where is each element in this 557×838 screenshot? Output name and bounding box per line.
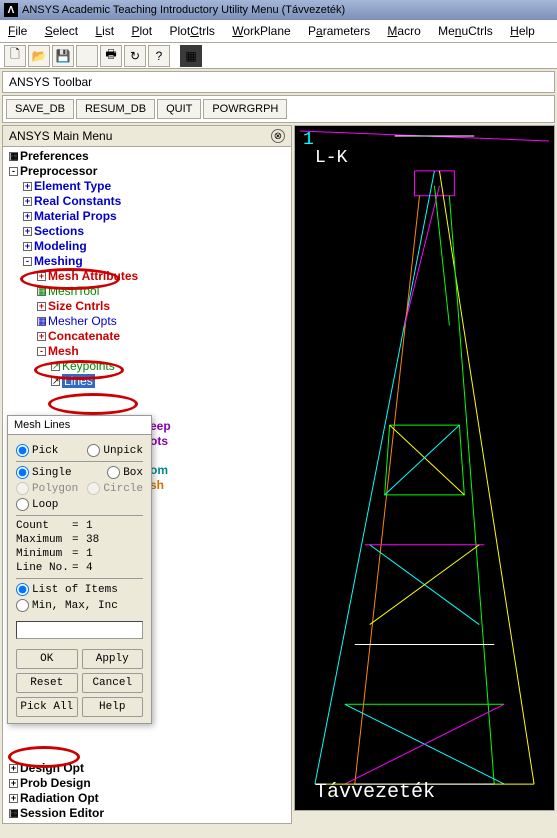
help-icon[interactable]: ? [148,45,170,67]
save-icon[interactable]: 💾 [52,45,74,67]
lineno-label: Line No. [16,562,72,574]
max-label: Maximum [16,534,72,546]
radio-circle[interactable]: Circle [87,482,143,495]
radio-single[interactable]: Single [16,466,72,479]
radio-box[interactable]: Box [107,466,143,479]
tree-preferences[interactable]: ▦Preferences [5,149,289,164]
dialog-title: Mesh Lines [8,416,151,435]
graphics-window[interactable]: 1 L-K Távvezeték Z X Y [294,125,555,811]
tree-modeling[interactable]: +Modeling [5,239,289,254]
graphics-index: 1 [303,130,314,150]
apply-button[interactable]: Apply [82,649,144,669]
menu-file[interactable]: File [8,24,27,38]
min-label: Minimum [16,548,72,560]
tree-meshing[interactable]: -Meshing [5,254,289,269]
menu-list[interactable]: List [95,24,114,38]
mesh-lines-dialog: Mesh Lines Pick Unpick Single Box Polygo… [7,415,152,724]
count-label: Count [16,520,72,532]
refresh-icon[interactable]: ↻ [124,45,146,67]
save-db-button[interactable]: SAVE_DB [6,99,74,119]
new-file-icon[interactable]: 🗋 [4,45,26,67]
wireframe-plot [295,126,554,810]
main-menu-header: ANSYS Main Menu ⊗ [3,126,291,147]
toolbar-buttons: SAVE_DB RESUM_DB QUIT POWRGRPH [2,95,555,123]
resum-db-button[interactable]: RESUM_DB [76,99,155,119]
tree-element-type[interactable]: +Element Type [5,179,289,194]
main-menu-title: ANSYS Main Menu [9,129,112,143]
window-titlebar: Λ ANSYS Academic Teaching Introductory U… [0,0,557,20]
tree-session-editor[interactable]: ▦Session Editor [5,806,289,821]
max-value: 38 [86,534,99,546]
ansys-toolbar-label: ANSYS Toolbar [2,71,555,93]
radio-unpick[interactable]: Unpick [87,444,143,457]
graphics-view-label: L-K [315,148,347,168]
print-icon[interactable]: 🖶 [100,45,122,67]
min-value: 1 [86,548,93,560]
menubar: File Select List Plot PlotCtrls WorkPlan… [0,20,557,43]
tree-lines[interactable]: ↗Lines [5,374,289,389]
tree-meshtool[interactable]: ▦MeshTool [5,284,289,299]
app-icon: Λ [4,3,18,17]
menu-parameters[interactable]: Parameters [308,24,370,38]
tree-keypoints[interactable]: ↗Keypoints [5,359,289,374]
tree-mesh-attributes[interactable]: +Mesh Attributes [5,269,289,284]
tree-radiation-opt[interactable]: +Radiation Opt [5,791,289,806]
menu-macro[interactable]: Macro [387,24,420,38]
tree-concatenate[interactable]: +Concatenate [5,329,289,344]
tree-sections[interactable]: +Sections [5,224,289,239]
radio-list-items[interactable]: List of Items [16,583,118,596]
radio-polygon[interactable]: Polygon [16,482,78,495]
graphics-icon[interactable]: ▦ [180,45,202,67]
quit-button[interactable]: QUIT [157,99,201,119]
tree-design-opt[interactable]: +Design Opt [5,761,289,776]
window-title: ANSYS Academic Teaching Introductory Uti… [22,4,345,16]
tree-size-cntrls[interactable]: +Size Cntrls [5,299,289,314]
tree-real-constants[interactable]: +Real Constants [5,194,289,209]
tree-prob-design[interactable]: +Prob Design [5,776,289,791]
collapse-icon[interactable]: ⊗ [271,129,285,143]
tree-preprocessor[interactable]: -Preprocessor [5,164,289,179]
cancel-button[interactable]: Cancel [82,673,144,693]
help-button[interactable]: Help [82,697,144,717]
reset-button[interactable]: Reset [16,673,78,693]
toolbar-sep [76,45,98,67]
radio-pick[interactable]: Pick [16,444,58,457]
tree-mesher-opts[interactable]: ▦Mesher Opts [5,314,289,329]
pick-all-button[interactable]: Pick All [16,697,78,717]
lineno-value: 4 [86,562,93,574]
radio-loop[interactable]: Loop [16,498,58,511]
ok-button[interactable]: OK [16,649,78,669]
radio-minmaxinc[interactable]: Min, Max, Inc [16,599,118,612]
menu-help[interactable]: Help [510,24,535,38]
graphics-title: Távvezeték [315,781,435,804]
open-file-icon[interactable]: 📂 [28,45,50,67]
menu-menuctrls[interactable]: MenuCtrls [438,24,493,38]
menu-plot[interactable]: Plot [131,24,152,38]
count-value: 1 [86,520,93,532]
dialog-text-input[interactable] [16,621,143,639]
powrgrph-button[interactable]: POWRGRPH [203,99,287,119]
tree-mesh[interactable]: -Mesh [5,344,289,359]
menu-select[interactable]: Select [45,24,78,38]
icon-toolbar: 🗋 📂 💾 🖶 ↻ ? ▦ [0,43,557,69]
menu-plotctrls[interactable]: PlotCtrls [170,24,215,38]
menu-workplane[interactable]: WorkPlane [232,24,290,38]
tree-material-props[interactable]: +Material Props [5,209,289,224]
